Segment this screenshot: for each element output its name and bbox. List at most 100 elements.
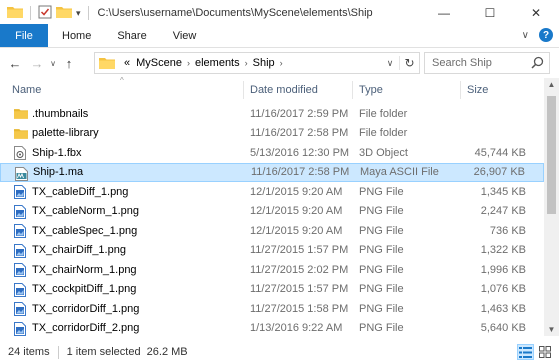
search-input[interactable]: Search Ship: [424, 52, 550, 74]
file-row[interactable]: TX_corridorDiff_1.png 11/27/2015 1:58 PM P…: [0, 299, 544, 319]
file-size: 736 KB: [489, 224, 526, 237]
png-file-icon: [14, 263, 27, 277]
column-header-row: ^ Name Date modified Type Size: [0, 76, 544, 102]
item-count: 24 items: [8, 346, 50, 358]
divider: [57, 345, 59, 359]
file-row[interactable]: palette-library 11/16/2017 2:58 PM File fo…: [0, 124, 544, 144]
column-divider[interactable]: [243, 81, 244, 99]
file-row[interactable]: .thumbnails 11/16/2017 2:59 PM File folder: [0, 104, 544, 124]
file-type: File folder: [359, 127, 408, 140]
tab-view[interactable]: View: [160, 24, 210, 47]
column-header-size[interactable]: Size: [467, 84, 488, 96]
file-size: 1,996 KB: [480, 263, 526, 276]
file-row[interactable]: TX_corridorDiff_2.png 1/13/2016 9:22 AM PN…: [0, 319, 544, 337]
breadcrumb-elements[interactable]: elements: [195, 57, 240, 69]
chevron-right-icon[interactable]: ›: [245, 58, 248, 68]
minimize-button[interactable]: —: [421, 0, 467, 26]
file-size: 1,463 KB: [480, 302, 526, 315]
file-row[interactable]: Ship-1.ma 11/16/2017 2:58 PM Maya ASCII Fi…: [0, 162, 544, 182]
sort-ascending-icon: ^: [120, 76, 124, 85]
file-type: File folder: [359, 107, 408, 120]
file-row[interactable]: TX_chairNorm_1.png 11/27/2015 2:02 PM PNG …: [0, 260, 544, 280]
properties-icon[interactable]: [38, 5, 52, 22]
details-view-icon: [519, 346, 532, 358]
file-size: 45,744 KB: [474, 146, 526, 159]
expand-ribbon-icon[interactable]: ∨: [522, 30, 529, 41]
file-date-modified: 12/1/2015 9:20 AM: [250, 205, 343, 218]
file-date-modified: 11/27/2015 1:57 PM: [250, 283, 349, 296]
folder-icon: [14, 107, 28, 120]
vertical-scrollbar[interactable]: ▲ ▼: [544, 78, 559, 336]
tab-share[interactable]: Share: [104, 24, 159, 47]
file-row[interactable]: TX_chairDiff_1.png 11/27/2015 1:57 PM PNG …: [0, 241, 544, 261]
refresh-icon[interactable]: ↻: [399, 56, 419, 70]
png-file-icon: [14, 224, 27, 238]
file-name: .thumbnails: [32, 107, 89, 120]
file-row[interactable]: TX_cableDiff_1.png 12/1/2015 9:20 AM PNG F…: [0, 182, 544, 202]
maximize-button[interactable]: ☐: [467, 0, 513, 26]
png-file-icon: [14, 204, 27, 219]
file-name: Ship-1.ma: [33, 166, 84, 179]
png-file-icon: [14, 302, 27, 316]
address-bar[interactable]: « MyScene › elements › Ship › ∨ ↻: [94, 52, 420, 74]
file-type: PNG File: [359, 322, 404, 335]
file-date-modified: 11/16/2017 2:59 PM: [250, 107, 349, 120]
file-name: TX_chairNorm_1.png: [32, 263, 137, 276]
up-arrow-icon[interactable]: ↑: [58, 56, 80, 71]
large-icons-view-button[interactable]: [536, 344, 553, 360]
file-row[interactable]: TX_cableSpec_1.png 12/1/2015 9:20 AM PNG F…: [0, 221, 544, 241]
search-icon: [531, 56, 544, 72]
tab-file[interactable]: File: [0, 24, 48, 47]
customize-toolbar-icon[interactable]: ▾: [76, 8, 81, 19]
file-row[interactable]: Ship-1.fbx 5/13/2016 12:30 PM 3D Object 45,…: [0, 143, 544, 163]
file-date-modified: 11/27/2015 2:02 PM: [250, 263, 349, 276]
scroll-down-icon[interactable]: ▼: [544, 325, 559, 334]
details-view-button[interactable]: [517, 344, 534, 360]
file-size: 1,322 KB: [480, 244, 526, 257]
png-file-icon: [14, 185, 27, 199]
column-header-type[interactable]: Type: [359, 84, 383, 96]
divider: [30, 6, 31, 20]
file-date-modified: 11/27/2015 1:57 PM: [250, 244, 349, 257]
new-folder-icon[interactable]: [56, 5, 72, 21]
file-row[interactable]: TX_cableNorm_1.png 12/1/2015 9:20 AM PNG F…: [0, 202, 544, 222]
file-type: PNG File: [359, 302, 404, 315]
folder-icon: [7, 5, 23, 21]
file-type: PNG File: [359, 205, 404, 218]
chevron-right-icon[interactable]: ›: [280, 58, 283, 68]
breadcrumb-ship[interactable]: Ship: [253, 57, 275, 69]
scrollbar-thumb[interactable]: [547, 96, 556, 214]
back-arrow-icon[interactable]: ←: [4, 56, 26, 71]
file-type: PNG File: [359, 244, 404, 257]
title-bar: ▾ C:\Users\username\Documents\MyScene\el…: [0, 0, 559, 26]
column-header-date[interactable]: Date modified: [250, 84, 318, 96]
chevron-right-icon[interactable]: ›: [187, 58, 190, 68]
file-row[interactable]: TX_cockpitDiff_1.png 11/27/2015 1:57 PM PN…: [0, 280, 544, 300]
fbx-file-icon: [14, 146, 27, 160]
file-date-modified: 12/1/2015 9:20 AM: [250, 185, 343, 198]
forward-arrow-icon[interactable]: →: [26, 56, 48, 71]
ribbon-tabs: File Home Share View ∨ ?: [0, 24, 559, 48]
divider: [87, 6, 89, 20]
file-name: TX_cableDiff_1.png: [32, 185, 129, 198]
help-icon[interactable]: ?: [539, 28, 553, 42]
tab-home[interactable]: Home: [48, 24, 104, 47]
address-dropdown-icon[interactable]: ∨: [381, 58, 399, 69]
file-date-modified: 5/13/2016 12:30 PM: [250, 146, 350, 159]
column-divider[interactable]: [352, 81, 353, 99]
column-header-name[interactable]: Name: [12, 84, 41, 96]
scroll-up-icon[interactable]: ▲: [544, 80, 559, 89]
breadcrumb-myscene[interactable]: MyScene: [136, 57, 182, 69]
column-divider[interactable]: [460, 81, 461, 99]
png-file-icon: [14, 282, 27, 297]
close-button[interactable]: ✕: [513, 0, 559, 26]
png-file-icon: [14, 321, 27, 336]
file-size: 2,247 KB: [480, 205, 526, 218]
quick-access-toolbar: ▾: [0, 5, 92, 22]
large-icons-view-icon: [538, 346, 551, 358]
file-type: PNG File: [359, 263, 404, 276]
recent-locations-icon[interactable]: ∨: [48, 59, 58, 68]
selection-info: 1 item selected 26.2 MB: [66, 346, 188, 358]
breadcrumb-overflow[interactable]: «: [124, 57, 130, 69]
file-size: 26,907 KB: [473, 166, 525, 179]
